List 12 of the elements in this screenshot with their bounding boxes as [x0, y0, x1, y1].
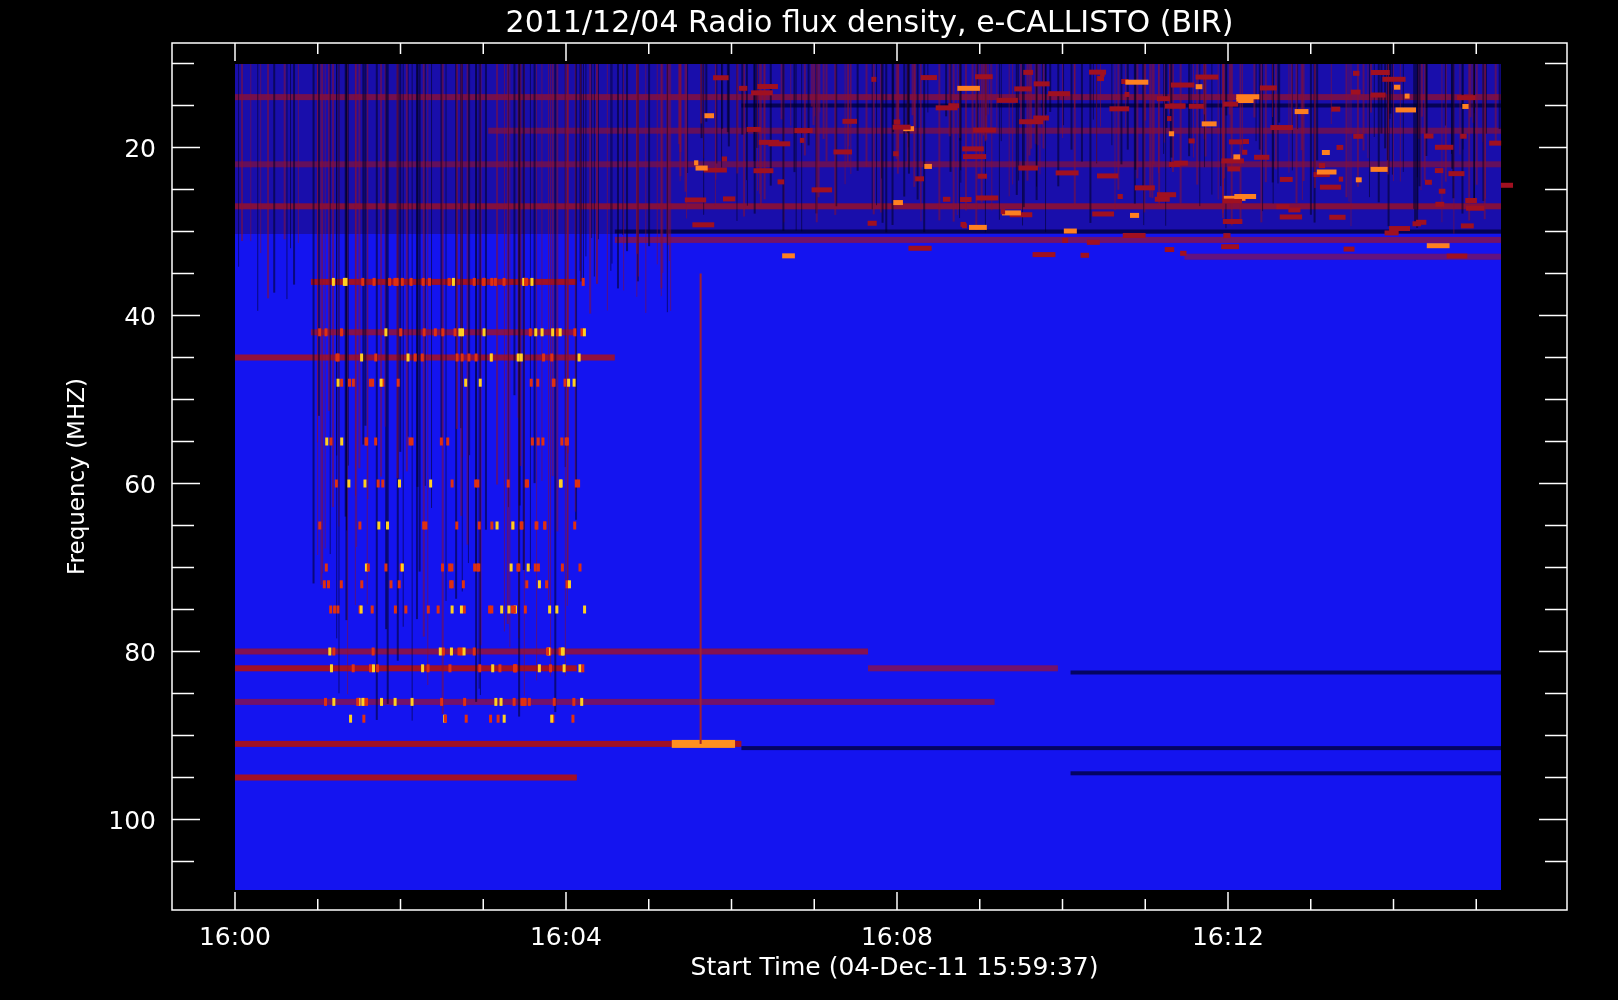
- y-tick-label: 80: [124, 637, 156, 667]
- x-tick-label: 16:00: [199, 922, 271, 951]
- y-axis-label: Frequency (MHZ): [63, 378, 89, 575]
- x-tick-label: 16:04: [530, 922, 602, 951]
- x-tick-label: 16:12: [1192, 922, 1264, 951]
- y-tick-label: 20: [124, 133, 156, 163]
- chart-title: 2011/12/04 Radio flux density, e-CALLISTO (BIR): [505, 4, 1234, 39]
- x-axis-label: Start Time (04-Dec-11 15:59:37): [690, 952, 1099, 981]
- x-tick-label: 16:08: [861, 922, 933, 951]
- y-tick-label: 60: [124, 469, 156, 499]
- y-tick-label: 40: [124, 301, 156, 331]
- y-tick-label: 100: [108, 805, 156, 835]
